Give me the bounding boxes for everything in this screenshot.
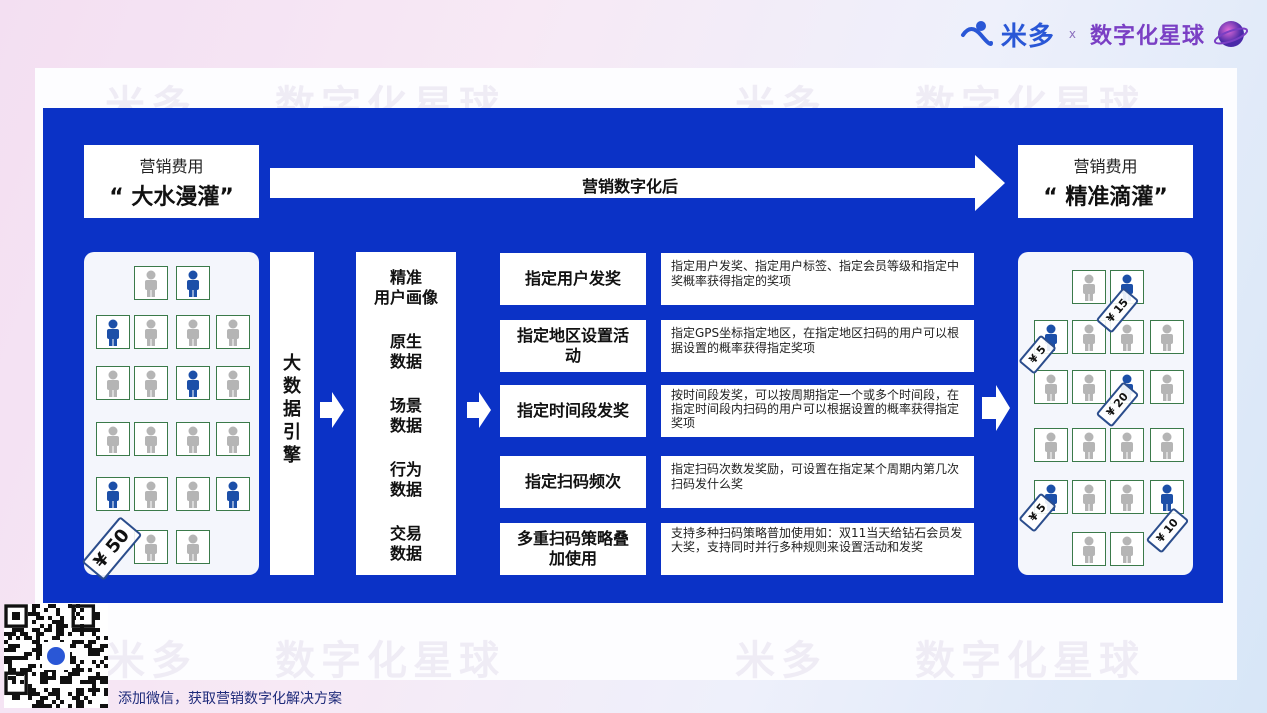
watermark-text: 数字化星球 [275,638,505,684]
after-large-label: “ 精准滴灌” [1043,185,1168,210]
crowd-panel-precise: ¥ 15 ¥ 5 ¥ 20 ¥ 5 ¥ 10 [1018,252,1193,575]
transform-label: 营销数字化后 [581,177,678,196]
person-icon [1072,270,1106,304]
person-icon [216,366,250,400]
big-data-engine: 大 数 据 引 擎 [270,252,314,575]
feature-desc: 指定扫码次数发奖励，可设置在指定某个周期内第几次扫码发什么奖 [661,456,974,508]
person-icon [134,422,168,456]
person-icon [96,315,130,349]
person-icon [134,477,168,511]
brand-header: 米多 x 数字化星球 [959,14,1249,54]
feature-title: 指定地区设置活 动 [500,320,646,372]
person-icon [134,266,168,300]
person-icon [176,422,210,456]
feature-title: 多重扫码策略叠 加使用 [500,523,646,575]
person-icon [176,530,210,564]
before-small-label: 营销费用 [139,157,204,176]
data-source-item: 场景 数据 [389,396,422,435]
person-icon [1150,428,1184,462]
person-icon [1072,428,1106,462]
data-source-item: 原生 数据 [389,332,422,371]
feature-desc: 按时间段发奖，可以按周期指定一个或多个时间段，在指定时间段内扫码的用户可以根据设… [661,385,974,437]
feature-title: 指定时间段发奖 [500,385,646,437]
after-box: 营销费用 “ 精准滴灌” [1018,145,1193,218]
right-arrow-icon [320,392,344,428]
feature-desc: 指定用户发奖、指定用户标签、指定会员等级和指定中奖概率获得指定的奖项 [661,253,974,305]
person-icon [96,422,130,456]
person-icon [216,315,250,349]
watermark-text: 米多 [735,638,827,684]
brand-separator: x [1068,27,1076,41]
person-icon [134,366,168,400]
feature-title: 指定用户发奖 [500,253,646,305]
before-box: 营销费用 “ 大水漫灌” [84,145,259,218]
person-icon [1150,370,1184,404]
footer-cta: 添加微信，获取营销数字化解决方案 [118,691,342,707]
feature-desc: 指定GPS坐标指定地区，在指定地区扫码的用户可以根据设置的概率获得指定奖项 [661,320,974,372]
planet-icon [1213,21,1249,47]
midoo-logo-icon [960,21,993,46]
person-icon [1034,370,1068,404]
right-arrow-icon [982,385,1010,431]
person-icon [216,477,250,511]
data-source-item: 行为 数据 [389,460,422,499]
person-icon [96,477,130,511]
logo-text: 米多 [1000,21,1055,52]
after-small-label: 营销费用 [1073,157,1138,176]
feature-desc: 支持多种扫码策略普加使用如：双11当天给钻石会员发大奖，支持同时并行多种规则来设… [661,523,974,575]
person-icon [1072,480,1106,514]
person-icon [176,366,210,400]
person-icon [96,366,130,400]
right-arrow-icon [467,392,491,428]
person-icon [176,266,210,300]
person-icon [176,315,210,349]
person-icon [1072,532,1106,566]
qr-code [4,604,108,708]
person-icon [216,422,250,456]
data-sources: 精准 用户画像 原生 数据 场景 数据 行为 数据 交易 数据 [356,252,456,575]
person-icon [1150,480,1184,514]
partner-brand: 数字化星球 [1089,24,1205,49]
watermark-text: 米多 [105,638,197,684]
crowd-panel-broad: ¥ 50 [81,252,259,581]
person-icon [1110,532,1144,566]
watermark-text: 数字化星球 [915,638,1145,684]
data-source-item: 精准 用户画像 [373,268,438,307]
before-large-label: “ 大水漫灌” [109,185,234,210]
person-icon [1110,480,1144,514]
person-icon [1072,370,1106,404]
qr-code-icon [4,604,108,708]
person-icon [176,477,210,511]
person-icon [134,315,168,349]
person-icon [1150,320,1184,354]
big-data-label: 大 数 据 引 擎 [283,353,301,466]
feature-title: 指定扫码频次 [500,456,646,508]
person-icon [1034,428,1068,462]
data-source-item: 交易 数据 [389,524,422,563]
person-icon [1110,428,1144,462]
